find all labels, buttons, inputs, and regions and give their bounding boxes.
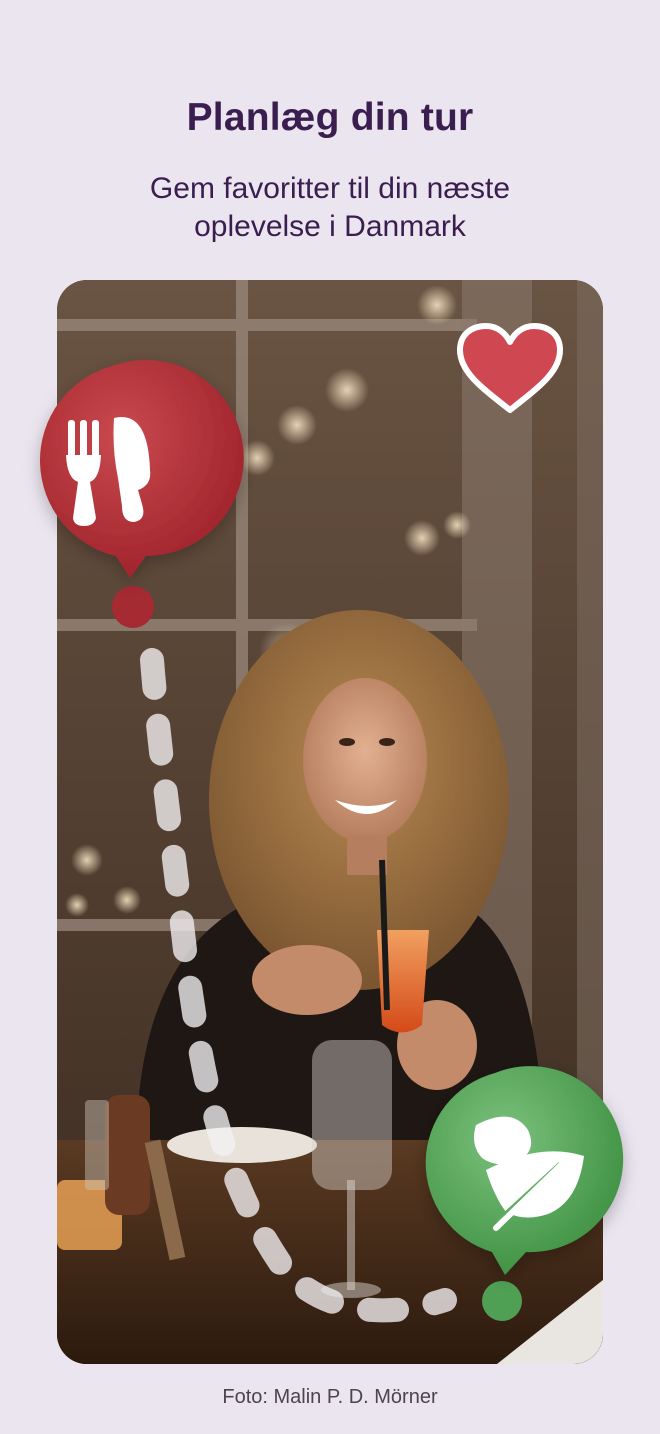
page-title: Planlæg din tur bbox=[186, 96, 474, 139]
onboarding-screen: Planlæg din tur Gem favoritter til din n… bbox=[0, 0, 660, 1434]
photo-credit: Foto: Malin P. D. Mörner bbox=[222, 1386, 438, 1408]
photo-illustration bbox=[57, 280, 603, 1364]
subtitle-line-2: oplevelse i Danmark bbox=[194, 210, 466, 243]
page-subtitle: Gem favoritter til din næste oplevelse i… bbox=[60, 170, 600, 246]
favorite-heart-button[interactable] bbox=[456, 322, 564, 418]
subtitle-line-1: Gem favoritter til din næste bbox=[149, 172, 511, 205]
heart-icon bbox=[457, 323, 563, 413]
restaurant-photo bbox=[57, 280, 603, 1364]
